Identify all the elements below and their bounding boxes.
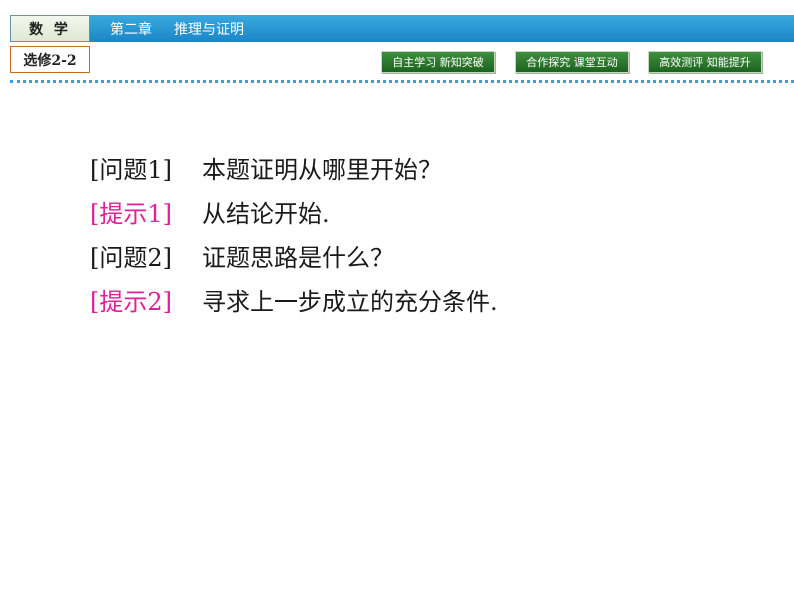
chapter-title: 推理与证明 [174, 21, 244, 38]
hint-1-text: 从结论开始. [202, 200, 330, 228]
question-1-text: 本题证明从哪里开始？ [202, 156, 442, 184]
header-divider [10, 80, 794, 83]
hint-1-line: [提示1] 从结论开始. [90, 194, 770, 238]
chapter-bar: 第二章 推理与证明 [90, 15, 794, 42]
nav-button-cooperative-inquiry[interactable]: 合作探究 课堂互动 [515, 51, 629, 73]
question-2-line: [问题2] 证题思路是什么？ [90, 238, 770, 282]
subject-label: 数 学 [10, 15, 90, 42]
hint-2-tag: [提示2] [90, 288, 172, 316]
question-2-text: 证题思路是什么？ [202, 244, 394, 272]
nav-button-self-study[interactable]: 自主学习 新知突破 [381, 51, 495, 73]
question-2-tag: [问题2] [90, 244, 172, 272]
course-label: 选修2-2 [10, 46, 90, 73]
hint-2-text: 寻求上一步成立的充分条件. [202, 288, 498, 316]
hint-2-line: [提示2] 寻求上一步成立的充分条件. [90, 282, 770, 326]
chapter-number: 第二章 [110, 21, 152, 38]
slide-content: [问题1] 本题证明从哪里开始？ [提示1] 从结论开始. [问题2] 证题思路… [90, 150, 770, 326]
nav-button-assessment[interactable]: 高效测评 知能提升 [648, 51, 762, 73]
hint-1-tag: [提示1] [90, 200, 172, 228]
top-header: 数 学 第二章 推理与证明 [0, 0, 794, 46]
question-1-tag: [问题1] [90, 156, 172, 184]
question-1-line: [问题1] 本题证明从哪里开始？ [90, 150, 770, 194]
